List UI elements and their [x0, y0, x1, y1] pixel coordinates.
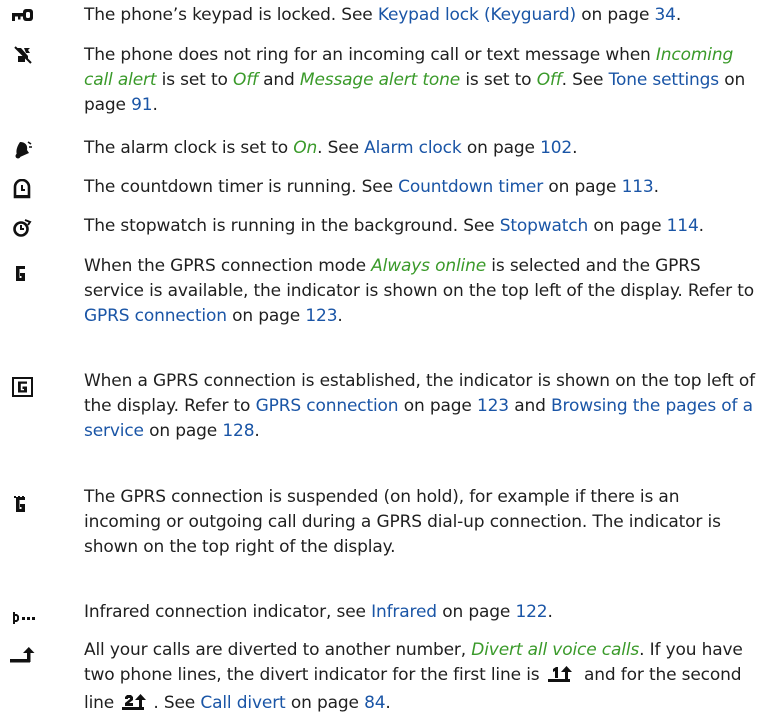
- cross-reference-link[interactable]: Infrared: [371, 602, 437, 622]
- keypad-lock-icon: [8, 4, 38, 24]
- cross-reference-link[interactable]: 84: [364, 693, 385, 713]
- body-text: Infrared connection indicator, see: [84, 602, 372, 622]
- call-divert-icon: [8, 646, 38, 666]
- body-text: on page: [436, 602, 516, 622]
- divert-line-1-icon: [547, 665, 577, 691]
- body-text: The phone’s keypad is locked. See: [84, 5, 378, 25]
- body-text: .: [572, 138, 578, 158]
- countdown-timer-icon: [8, 179, 38, 199]
- body-text: .: [547, 602, 553, 622]
- entry-text: When a GPRS connection is established, t…: [84, 369, 756, 444]
- gprs-connected-icon: [8, 377, 38, 397]
- setting-name: Message alert tone: [299, 70, 461, 90]
- setting-name: On: [293, 138, 318, 158]
- silent-icon: [8, 45, 38, 65]
- body-text: on page: [588, 216, 667, 236]
- cross-reference-link[interactable]: 123: [477, 396, 509, 416]
- body-text: All your calls are diverted to another n…: [84, 640, 472, 660]
- body-text: on page: [461, 138, 541, 158]
- body-text: .: [653, 177, 659, 197]
- body-text: on page: [143, 421, 223, 441]
- body-text: .: [254, 421, 260, 441]
- body-text: The countdown timer is running. See: [84, 177, 399, 197]
- cross-reference-link[interactable]: Keypad lock (Keyguard): [378, 5, 576, 25]
- body-text: .: [337, 306, 343, 326]
- cross-reference-link[interactable]: 114: [667, 216, 699, 236]
- cross-reference-link[interactable]: 91: [131, 95, 152, 115]
- setting-name: Divert all voice calls: [471, 640, 640, 660]
- body-text: is set to: [156, 70, 233, 90]
- alarm-bell-icon: [8, 140, 38, 160]
- entry-text: The stopwatch is running in the backgrou…: [84, 214, 756, 239]
- body-text: .: [385, 693, 391, 713]
- body-text: is set to: [460, 70, 537, 90]
- gprs-always-online-icon: [8, 264, 38, 284]
- entry-text: Infrared connection indicator, see Infra…: [84, 600, 756, 625]
- setting-name: Always online: [371, 256, 487, 276]
- body-text: The GPRS connection is suspended (on hol…: [84, 487, 721, 557]
- body-text: and: [508, 396, 551, 416]
- setting-name: Off: [536, 70, 562, 90]
- cross-reference-link[interactable]: 113: [622, 177, 654, 197]
- cross-reference-link[interactable]: 102: [540, 138, 572, 158]
- cross-reference-link[interactable]: Call divert: [200, 693, 285, 713]
- body-text: on page: [285, 693, 365, 713]
- body-text: When the GPRS connection mode: [84, 256, 372, 276]
- body-text: . See: [317, 138, 365, 158]
- body-text: The alarm clock is set to: [84, 138, 294, 158]
- cross-reference-link[interactable]: GPRS connection: [84, 306, 227, 326]
- entry-text: The GPRS connection is suspended (on hol…: [84, 485, 756, 560]
- body-text: on page: [398, 396, 477, 416]
- body-text: on page: [576, 5, 655, 25]
- cross-reference-link[interactable]: Tone settings: [609, 70, 720, 90]
- body-text: The phone does not ring for an incoming …: [84, 45, 656, 65]
- stopwatch-icon: [8, 218, 38, 238]
- infrared-icon: [8, 608, 38, 628]
- setting-name: Off: [232, 70, 258, 90]
- body-text: .: [675, 5, 682, 25]
- cross-reference-link[interactable]: GPRS connection: [256, 396, 399, 416]
- entry-text: The countdown timer is running. See Coun…: [84, 175, 756, 200]
- body-text: .: [698, 216, 704, 236]
- cross-reference-link[interactable]: 128: [222, 421, 254, 441]
- body-text: on page: [543, 177, 622, 197]
- body-text: on page: [226, 306, 306, 326]
- cross-reference-link[interactable]: Countdown timer: [398, 177, 543, 197]
- entry-text: All your calls are diverted to another n…: [84, 638, 756, 719]
- cross-reference-link[interactable]: 122: [515, 602, 547, 622]
- gprs-suspended-icon: [8, 495, 38, 515]
- cross-reference-link[interactable]: Stopwatch: [500, 216, 589, 236]
- entry-text: The phone does not ring for an incoming …: [84, 43, 756, 118]
- entry-text: When the GPRS connection mode Always onl…: [84, 254, 756, 329]
- body-text: and: [257, 70, 300, 90]
- divert-line-2-icon: [121, 693, 151, 719]
- entry-text: The phone’s keypad is locked. See Keypad…: [84, 3, 756, 28]
- body-text: The stopwatch is running in the backgrou…: [84, 216, 500, 236]
- body-text: . See: [153, 693, 201, 713]
- cross-reference-link[interactable]: 34: [655, 5, 676, 25]
- body-text: . See: [561, 70, 609, 90]
- body-text: .: [152, 95, 158, 115]
- cross-reference-link[interactable]: Alarm clock: [364, 138, 462, 158]
- entry-text: The alarm clock is set to On. See Alarm …: [84, 136, 756, 161]
- cross-reference-link[interactable]: 123: [305, 306, 337, 326]
